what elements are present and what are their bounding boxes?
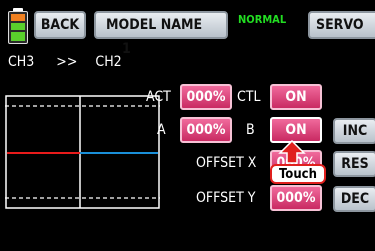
res-button-label: RES [341,156,369,172]
b-value: ON [285,122,307,138]
act-label: ACT [146,89,171,105]
back-button[interactable]: BACK [34,11,86,39]
slave-channel: CH2 [95,54,122,70]
b-label: B [246,122,255,138]
a-value-button[interactable]: 000% [180,117,232,143]
offset-y-label: OFFSET Y [196,190,256,206]
mix-curve-graph [5,95,160,209]
flight-mode-status: NORMAL [238,13,287,26]
model-name-button[interactable]: MODEL NAME 1 [94,11,228,57]
ctl-label: CTL [237,89,261,105]
inc-button-label: INC [342,123,368,139]
model-number: 1 [122,41,131,57]
act-value: 000% [186,89,226,105]
act-value-button[interactable]: 000% [180,84,232,110]
offset-y-value: 000% [276,190,316,206]
ctl-value-button[interactable]: ON [270,84,322,110]
a-value: 000% [186,122,226,138]
back-button-label: BACK [40,17,80,33]
model-name-label: MODEL NAME [106,17,203,33]
dec-button-label: DEC [340,191,370,207]
route-indicator: CH3 >> CH2 [8,54,122,70]
offset-x-label: OFFSET X [196,155,257,171]
touch-pointer-icon [278,140,306,164]
battery-icon [8,8,28,44]
dec-button[interactable]: DEC [333,186,375,212]
ctl-value: ON [285,89,307,105]
offset-y-value-button[interactable]: 000% [270,185,322,211]
inc-button[interactable]: INC [333,118,375,144]
touch-callout: Touch [270,164,326,184]
master-channel: CH3 [8,54,35,70]
a-label: A [157,122,166,138]
route-arrow: >> [56,54,78,70]
res-button[interactable]: RES [333,151,375,177]
servo-button-label: SERVO [316,17,364,33]
servo-button[interactable]: SERVO [308,11,375,39]
